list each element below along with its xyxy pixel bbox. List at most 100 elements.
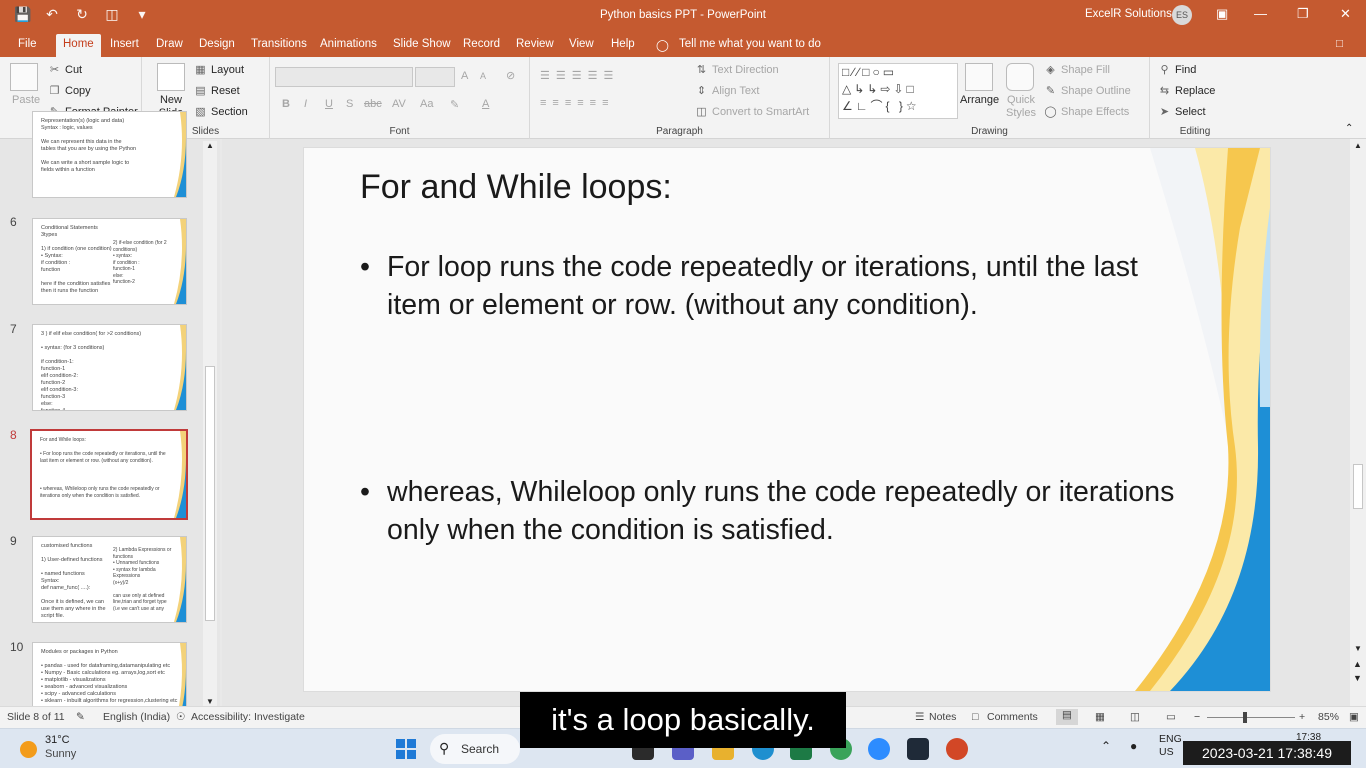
terminal-icon[interactable]	[907, 738, 929, 760]
spelling-icon[interactable]: ✎	[76, 711, 85, 723]
slide-thumbnail[interactable]: Conditional Statements 3types 1) if cond…	[32, 218, 187, 305]
tab-record[interactable]: Record	[463, 38, 500, 50]
normal-view-icon[interactable]: ▤	[1056, 709, 1078, 725]
minimize-icon[interactable]: —	[1254, 6, 1267, 21]
shape-fill-button[interactable]: ◈ Shape Fill	[1044, 63, 1110, 76]
shadow-button[interactable]: S	[346, 98, 353, 110]
scroll-down-icon[interactable]: ▼	[206, 697, 214, 706]
windows-start-icon[interactable]	[396, 739, 416, 759]
thumbnail-scrollbar[interactable]: ▲ ▼	[203, 141, 217, 706]
comments-button[interactable]: Comments	[987, 711, 1038, 723]
language-indicator[interactable]: ENG US	[1159, 733, 1182, 759]
slide-thumbnail-selected[interactable]: For and While loops: • For loop runs the…	[30, 429, 188, 520]
fit-slide-icon[interactable]: ▣	[1349, 711, 1359, 723]
tab-home[interactable]: Home	[56, 34, 101, 57]
tab-help[interactable]: Help	[611, 38, 635, 50]
select-button[interactable]: ➤ Select	[1158, 105, 1206, 118]
convert-smartart-button[interactable]: ◫ Convert to SmartArt	[695, 105, 809, 118]
quick-styles-button[interactable]: Quick Styles	[1004, 94, 1038, 120]
find-button[interactable]: ⚲ Find	[1158, 63, 1196, 76]
tab-design[interactable]: Design	[199, 38, 235, 50]
slide-scrollbar[interactable]: ▲ ▼ ▲ ▼	[1350, 139, 1366, 706]
layout-button[interactable]: ▦ Layout	[194, 63, 244, 76]
previous-slide-icon[interactable]: ▲	[1353, 659, 1362, 669]
tab-file[interactable]: File	[18, 38, 37, 50]
font-color-icon[interactable]: A	[482, 98, 489, 110]
accessibility-status[interactable]: Accessibility: Investigate	[191, 711, 305, 723]
arrange-button[interactable]: Arrange	[960, 94, 999, 106]
notes-button[interactable]: Notes	[929, 711, 956, 723]
align-icons[interactable]: ≡≡≡≡≡≡	[540, 97, 615, 109]
italic-button[interactable]: I	[304, 98, 307, 110]
clear-format-icon[interactable]: ⊘	[506, 69, 515, 82]
ribbon-display-icon[interactable]: ▣	[1216, 6, 1228, 22]
text-direction-button[interactable]: ⇅ Text Direction	[695, 63, 779, 76]
zoom-slider-thumb[interactable]	[1243, 712, 1247, 723]
taskbar-search[interactable]: ⚲ Search	[430, 734, 520, 764]
tab-animations[interactable]: Animations	[320, 38, 377, 50]
zoom-in-icon[interactable]: +	[1299, 711, 1305, 723]
zoom-slider[interactable]	[1207, 717, 1295, 718]
zoom-out-icon[interactable]: −	[1194, 711, 1200, 723]
replace-button[interactable]: ⇆ Replace	[1158, 84, 1215, 97]
arrange-icon[interactable]	[965, 63, 993, 91]
powerpoint-icon[interactable]	[946, 738, 968, 760]
comments-icon[interactable]: □	[1336, 38, 1343, 50]
scroll-up-icon[interactable]: ▲	[1354, 141, 1362, 150]
tab-transitions[interactable]: Transitions	[251, 38, 307, 50]
copy-button[interactable]: ❐ Copy	[48, 84, 91, 97]
scroll-up-icon[interactable]: ▲	[206, 141, 214, 150]
font-size-combo[interactable]	[415, 67, 455, 87]
underline-button[interactable]: U	[325, 98, 333, 110]
shapes-gallery[interactable]: □∕∕□○▭ △↳↳⇨⇩□ ∠∟⌒{ }☆	[838, 63, 958, 119]
microphone-icon[interactable]: ●	[1130, 740, 1137, 753]
shrink-font-button[interactable]: A	[480, 71, 486, 81]
cut-button[interactable]: ✂ Cut	[48, 63, 82, 76]
highlight-icon[interactable]: ✎	[450, 98, 459, 111]
tell-me-search[interactable]: Tell me what you want to do	[679, 38, 821, 50]
paste-button[interactable]: Paste	[12, 94, 40, 106]
section-button[interactable]: ▧ Section	[194, 105, 247, 118]
tab-view[interactable]: View	[569, 38, 594, 50]
reset-button[interactable]: ▤ Reset	[194, 84, 239, 97]
slide-thumbnail[interactable]: 3 ) if elif else condition( for >2 condi…	[32, 324, 187, 411]
close-icon[interactable]: ✕	[1340, 6, 1351, 22]
next-slide-icon[interactable]: ▼	[1353, 673, 1362, 683]
character-spacing-button[interactable]: AV	[392, 98, 406, 110]
chevron-up-icon[interactable]: ⌃	[1101, 740, 1111, 753]
tab-slide-show[interactable]: Slide Show	[393, 38, 451, 50]
list-icons[interactable]: ☰☰☰☰☰	[540, 69, 619, 82]
font-name-combo[interactable]	[275, 67, 413, 87]
grow-font-button[interactable]: A	[461, 70, 468, 82]
new-slide-icon[interactable]	[157, 63, 185, 91]
reading-view-icon[interactable]: ◫	[1130, 711, 1140, 723]
tab-draw[interactable]: Draw	[156, 38, 183, 50]
slide-title[interactable]: For and While loops:	[360, 168, 672, 207]
shape-effects-button[interactable]: ◯ Shape Effects	[1044, 105, 1129, 118]
tab-review[interactable]: Review	[516, 38, 554, 50]
change-case-button[interactable]: Aa	[420, 98, 433, 110]
restore-icon[interactable]: ❐	[1297, 6, 1309, 22]
slideshow-view-icon[interactable]: ▭	[1166, 711, 1176, 723]
collapse-ribbon-icon[interactable]: ⌃	[1345, 123, 1353, 134]
scroll-down-icon[interactable]: ▼	[1354, 644, 1362, 653]
scrollbar-thumb[interactable]	[205, 366, 215, 621]
zoom-level[interactable]: 85%	[1318, 711, 1339, 723]
paste-icon[interactable]	[10, 63, 38, 91]
scissors-icon: ✂	[49, 64, 60, 76]
tab-insert[interactable]: Insert	[110, 38, 139, 50]
slide-thumbnail[interactable]: customised functions 1) User-defined fun…	[32, 536, 187, 623]
strikethrough-button[interactable]: abc	[364, 98, 382, 110]
avatar[interactable]: ES	[1172, 5, 1192, 25]
align-text-button[interactable]: ⇕ Align Text	[695, 84, 760, 97]
scrollbar-thumb[interactable]	[1353, 464, 1363, 509]
slide-thumbnail[interactable]: Representation(s) (logic and data) Synta…	[32, 111, 187, 198]
slide-sorter-icon[interactable]: ▦	[1095, 711, 1105, 723]
language-status[interactable]: English (India)	[103, 711, 170, 723]
zoom-icon[interactable]	[868, 738, 890, 760]
account-name[interactable]: ExcelR Solutions	[1085, 8, 1172, 20]
current-slide[interactable]: For and While loops: • For loop runs the…	[303, 147, 1271, 692]
shape-outline-button[interactable]: ✎ Shape Outline	[1044, 84, 1131, 97]
quick-styles-icon[interactable]	[1006, 63, 1034, 91]
bold-button[interactable]: B	[282, 98, 290, 110]
